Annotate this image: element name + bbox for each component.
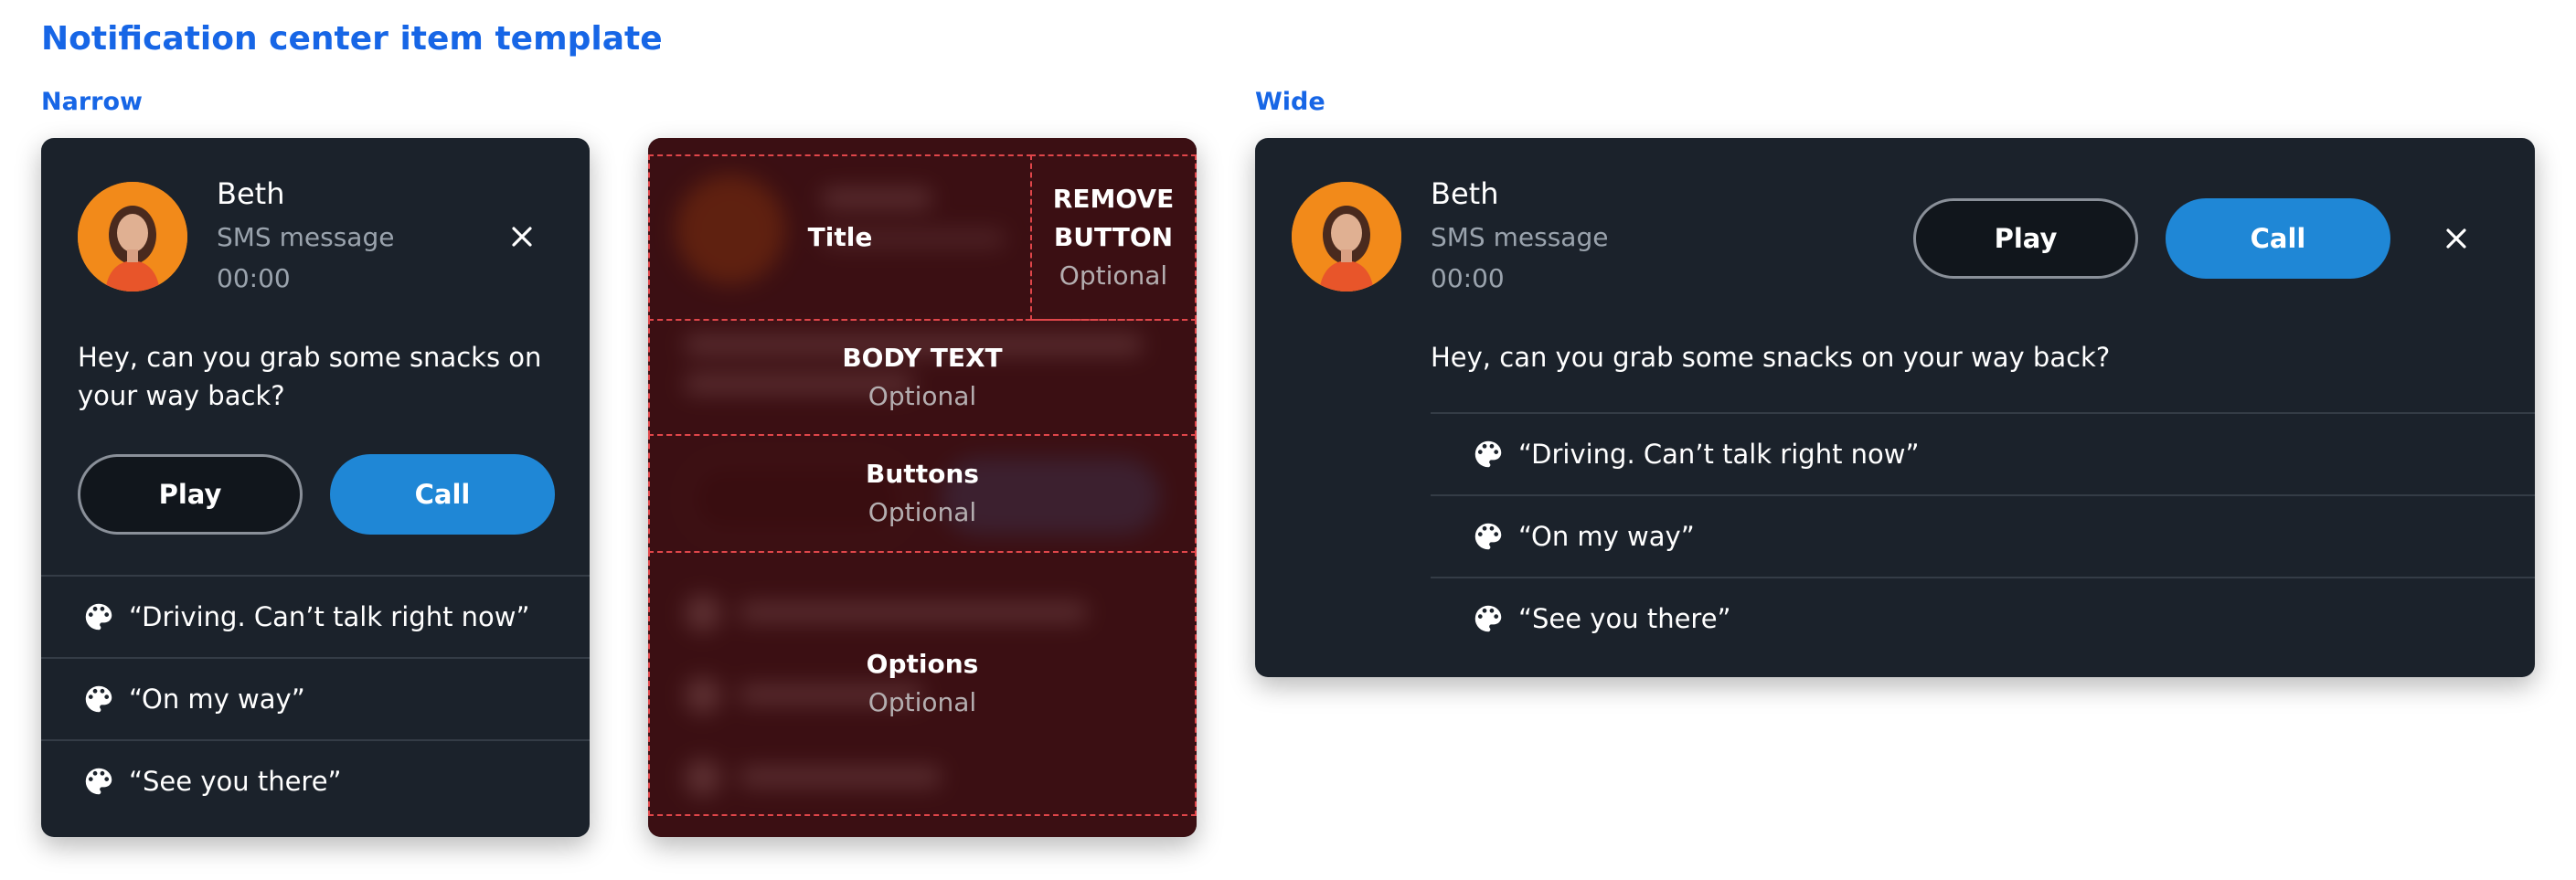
zone-options-optional: Optional (868, 687, 977, 717)
option-label: “See you there” (129, 766, 342, 797)
zone-remove-label-line1: REMOVE (1052, 184, 1175, 214)
zone-body-text: BODY TEXT Optional (648, 319, 1197, 436)
body-text: Hey, can you grab some snacks on your wa… (78, 342, 542, 411)
remove-button[interactable] (500, 215, 544, 259)
zone-remove-optional: Optional (1059, 260, 1168, 291)
option-item[interactable]: “See you there” (41, 739, 590, 822)
zone-buttons-optional: Optional (868, 497, 977, 527)
message-type: SMS message (217, 222, 395, 252)
section-label-wide: Wide (1255, 88, 1325, 116)
section-label-narrow: Narrow (41, 88, 143, 116)
palette-icon (1471, 601, 1506, 636)
palette-icon (1471, 519, 1506, 554)
option-label: “Driving. Can’t talk right now” (1518, 439, 1920, 470)
sender-name: Beth (217, 176, 285, 211)
zone-options-label: Options (866, 649, 979, 679)
notification-card-narrow: Beth SMS message 00:00 Hey, can you grab… (41, 138, 590, 837)
avatar (78, 182, 187, 292)
option-label: “On my way” (1518, 521, 1695, 552)
zone-buttons-label: Buttons (866, 459, 979, 489)
message-time: 00:00 (1431, 263, 1505, 293)
zone-remove-button: REMOVE BUTTON Optional (1030, 154, 1197, 321)
option-label: “Driving. Can’t talk right now” (129, 601, 530, 632)
option-item[interactable]: “Driving. Can’t talk right now” (41, 575, 590, 657)
play-button[interactable]: Play (1913, 198, 2138, 279)
notification-card-wide: Beth SMS message 00:00 Play Call Hey, ca… (1255, 138, 2535, 677)
option-label: “See you there” (1518, 603, 1731, 634)
call-button[interactable]: Call (330, 454, 555, 535)
zone-body-optional: Optional (868, 381, 977, 411)
sender-name: Beth (1431, 176, 1499, 211)
zone-options: Options Optional (648, 551, 1197, 816)
option-item[interactable]: “Driving. Can’t talk right now” (1431, 412, 2535, 494)
zone-remove-label-line2: BUTTON (1053, 222, 1174, 252)
option-item[interactable]: “On my way” (1431, 494, 2535, 577)
zone-title: Title (648, 154, 1032, 321)
close-icon (2446, 228, 2466, 249)
palette-icon (81, 764, 116, 799)
avatar (1292, 182, 1401, 292)
body-text: Hey, can you grab some snacks on your wa… (1431, 342, 2111, 373)
zone-body-label: BODY TEXT (842, 343, 1003, 373)
avatar-image (1292, 182, 1401, 292)
anatomy-card: Title REMOVE BUTTON Optional BODY TEXT O… (648, 138, 1197, 837)
remove-button[interactable] (2434, 217, 2478, 260)
avatar-image (78, 182, 187, 292)
zone-buttons: Buttons Optional (648, 434, 1197, 553)
close-icon (512, 227, 532, 247)
message-time: 00:00 (217, 263, 291, 293)
page-title: Notification center item template (41, 20, 663, 58)
option-item[interactable]: “On my way” (41, 657, 590, 739)
palette-icon (1471, 437, 1506, 472)
call-button[interactable]: Call (2166, 198, 2390, 279)
palette-icon (81, 599, 116, 634)
palette-icon (81, 682, 116, 716)
play-button[interactable]: Play (78, 454, 303, 535)
zone-title-label: Title (807, 222, 873, 252)
option-label: “On my way” (129, 684, 305, 715)
option-item[interactable]: “See you there” (1431, 577, 2535, 659)
message-type: SMS message (1431, 222, 1609, 252)
